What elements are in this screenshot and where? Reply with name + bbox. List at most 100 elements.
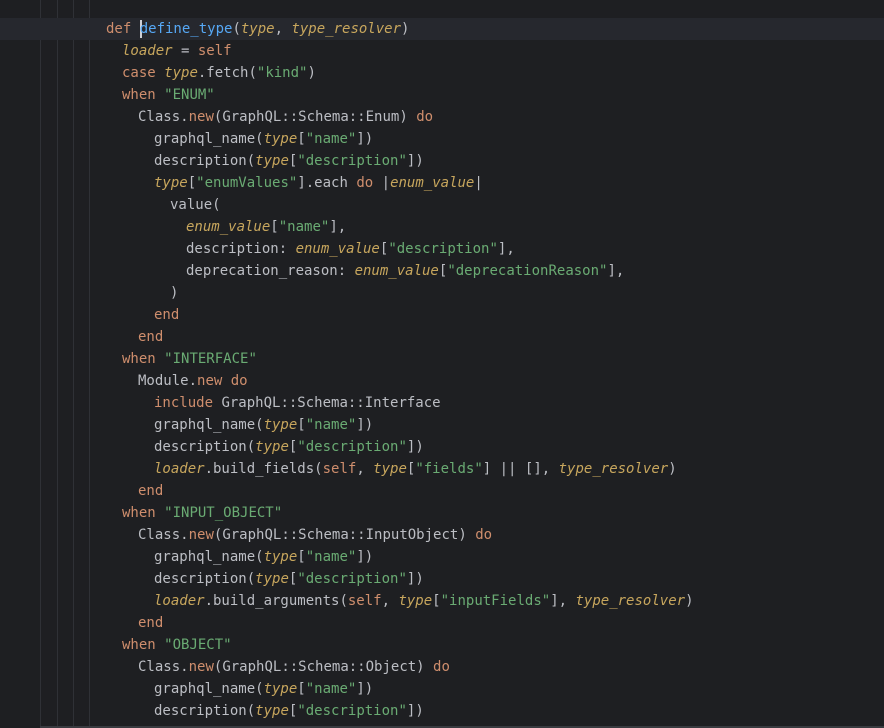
code-token: type <box>255 153 289 169</box>
code-line[interactable]: when "INTERFACE" <box>122 348 257 370</box>
code-line[interactable]: when "OBJECT" <box>122 634 232 656</box>
code-token: type <box>263 681 298 697</box>
code-token: ) <box>170 285 179 301</box>
code-token: [ <box>187 175 197 191</box>
code-line[interactable]: type["enumValues"].each do |enum_value| <box>154 172 483 194</box>
code-token: "description" <box>297 571 407 587</box>
code-token: enum_value <box>186 219 271 235</box>
code-token: type <box>263 549 298 565</box>
code-line[interactable]: def define_type(type, type_resolver) <box>106 18 409 40</box>
code-line[interactable]: value( <box>170 194 221 216</box>
code-token: Class <box>138 659 181 675</box>
code-token: do <box>475 527 493 543</box>
code-token: [ <box>432 593 441 609</box>
code-token: new <box>188 659 214 675</box>
code-token: ]) <box>356 131 374 147</box>
code-token: description( <box>154 571 256 587</box>
code-token: type <box>398 593 433 609</box>
code-line[interactable]: when "ENUM" <box>122 84 215 106</box>
code-token: . <box>180 109 189 125</box>
code-token: (GraphQL::Schema::InputObject) <box>213 527 476 543</box>
code-token: do <box>416 109 434 125</box>
code-token: ].each <box>297 175 357 191</box>
code-token: . <box>180 659 189 675</box>
code-token: .build_fields( <box>204 461 323 477</box>
code-line[interactable]: loader.build_arguments(self, type["input… <box>154 590 694 612</box>
code-token: end <box>138 483 164 499</box>
code-line[interactable]: graphql_name(type["name"]) <box>154 414 373 436</box>
code-line[interactable]: Class.new(GraphQL::Schema::Object) do <box>138 656 450 678</box>
code-line[interactable]: end <box>138 326 163 348</box>
code-line[interactable]: description(type["description"]) <box>154 700 424 722</box>
code-token: end <box>154 307 180 323</box>
gutter-divider <box>40 0 41 728</box>
code-line[interactable]: ) <box>170 282 178 304</box>
code-line[interactable]: when "INPUT_OBJECT" <box>122 502 282 524</box>
code-line[interactable]: include GraphQL::Schema::Interface <box>154 392 441 414</box>
code-line[interactable]: graphql_name(type["name"]) <box>154 128 373 150</box>
code-line[interactable]: end <box>154 304 179 326</box>
code-token: | <box>474 175 483 191</box>
code-line[interactable]: description: enum_value["description"], <box>186 238 515 260</box>
code-token: type <box>263 417 298 433</box>
code-token: do <box>433 659 450 675</box>
code-token: Class <box>138 109 181 125</box>
code-token: ]) <box>406 439 424 455</box>
code-token: . <box>188 373 198 389</box>
code-token: "deprecationReason" <box>447 263 608 279</box>
code-token: "name" <box>305 131 357 147</box>
code-token: loader <box>154 593 205 609</box>
code-token: "INTERFACE" <box>164 351 257 367</box>
code-token: (GraphQL::Schema::Object) <box>213 659 434 675</box>
code-token: end <box>138 615 164 631</box>
code-line[interactable]: deprecation_reason: enum_value["deprecat… <box>186 260 624 282</box>
code-token: def <box>106 21 140 37</box>
code-token: "description" <box>297 439 407 455</box>
code-token: "fields" <box>415 461 483 477</box>
code-line[interactable]: description(type["description"]) <box>154 436 424 458</box>
code-line[interactable]: Class.new(GraphQL::Schema::InputObject) … <box>138 524 492 546</box>
code-line[interactable]: end <box>138 480 163 502</box>
code-token: type <box>255 571 289 587</box>
code-token: new <box>197 373 231 389</box>
code-token: type_resolver <box>575 593 686 609</box>
code-token: "name" <box>305 549 357 565</box>
code-token: [ <box>297 131 306 147</box>
code-token: [ <box>297 417 306 433</box>
code-line[interactable]: end <box>138 612 163 634</box>
code-token: Module <box>138 373 189 389</box>
code-line[interactable]: description(type["description"]) <box>154 568 424 590</box>
code-line[interactable]: description(type["description"]) <box>154 150 424 172</box>
code-line[interactable]: case type.fetch("kind") <box>122 62 316 84</box>
code-token: graphql_name( <box>154 549 264 565</box>
code-token: graphql_name( <box>154 417 264 433</box>
code-token: loader <box>154 461 205 477</box>
code-line[interactable]: Class.new(GraphQL::Schema::Enum) do <box>138 106 433 128</box>
code-token: new <box>188 109 214 125</box>
code-token: "OBJECT" <box>164 637 232 653</box>
code-token: when <box>122 87 165 103</box>
code-token: , <box>356 461 374 477</box>
code-token: end <box>138 329 164 345</box>
code-line[interactable]: graphql_name(type["name"]) <box>154 678 373 700</box>
code-token: "name" <box>305 681 357 697</box>
code-line[interactable]: graphql_name(type["name"]) <box>154 546 373 568</box>
code-line[interactable]: loader = self <box>122 40 232 62</box>
code-token: define_type <box>139 21 233 37</box>
code-token: "enumValues" <box>196 175 298 191</box>
code-token: ) <box>401 21 410 37</box>
code-token: type <box>373 461 407 477</box>
code-token: [ <box>297 549 306 565</box>
code-token: when <box>122 505 165 521</box>
code-line[interactable]: loader.build_fields(self, type["fields"]… <box>154 458 677 480</box>
code-token: | <box>381 175 391 191</box>
indent-guide <box>89 0 90 728</box>
code-token: self <box>197 43 232 59</box>
code-token: type <box>255 703 289 719</box>
code-line[interactable]: Module.new do <box>138 370 248 392</box>
code-token: ( <box>232 21 241 37</box>
code-token: ]) <box>356 417 374 433</box>
code-editor[interactable]: def define_type(type, type_resolver) load… <box>0 0 884 728</box>
code-line[interactable]: enum_value["name"], <box>186 216 346 238</box>
code-token: ) <box>685 593 694 609</box>
